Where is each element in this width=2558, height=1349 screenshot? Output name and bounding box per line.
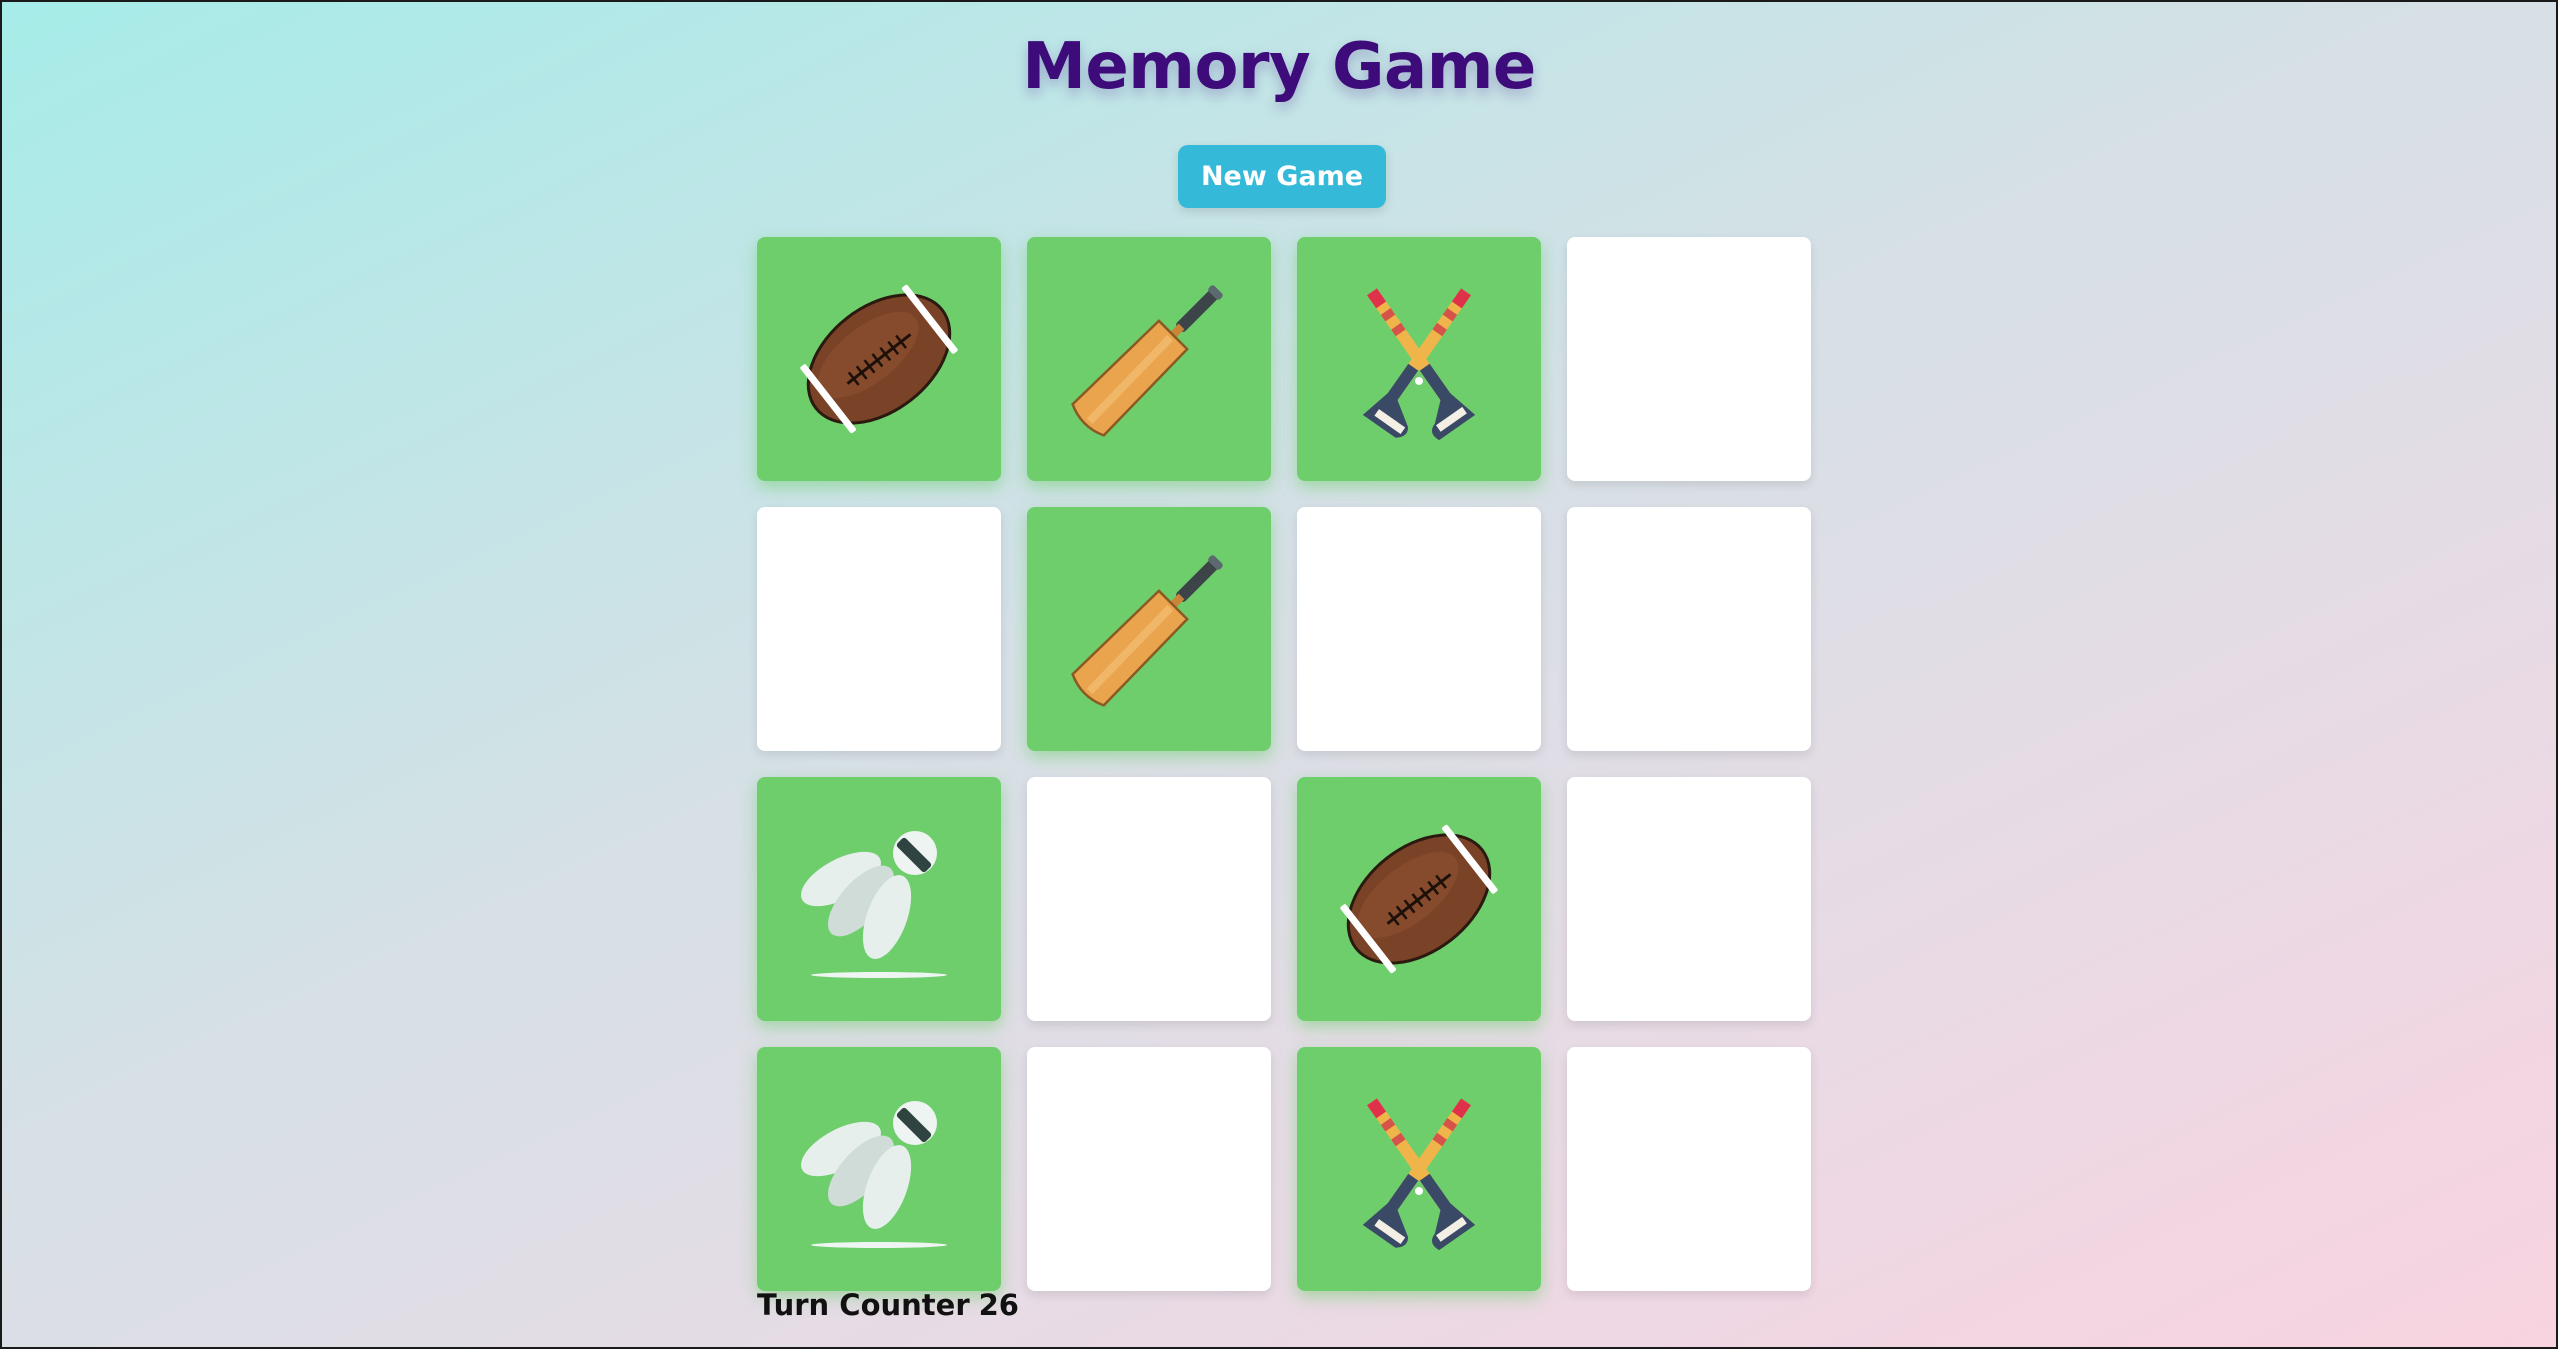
new-game-button[interactable]: New Game [1178, 145, 1386, 208]
page-title: Memory Game [1022, 30, 1536, 104]
card-hidden[interactable] [1567, 777, 1811, 1021]
cricket-bat-icon [1059, 269, 1239, 449]
hockey-sticks-icon [1329, 269, 1509, 449]
football-icon [789, 269, 969, 449]
turn-counter: Turn Counter 26 [757, 1288, 1028, 1322]
shuttlecock-icon [789, 1079, 969, 1259]
shuttlecock-icon [789, 809, 969, 989]
hockey-sticks-icon [1329, 1079, 1509, 1259]
card-grid [757, 237, 1811, 1291]
card-hidden[interactable] [1567, 237, 1811, 481]
card-hidden[interactable] [1567, 507, 1811, 751]
card-revealed[interactable] [1027, 507, 1271, 751]
turn-counter-value: 26 [978, 1288, 1019, 1322]
card-revealed[interactable] [757, 1047, 1001, 1291]
card-revealed[interactable] [1297, 777, 1541, 1021]
card-hidden[interactable] [1297, 507, 1541, 751]
card-revealed[interactable] [1297, 1047, 1541, 1291]
turn-counter-label: Turn Counter [757, 1288, 970, 1322]
card-hidden[interactable] [757, 507, 1001, 751]
card-hidden[interactable] [1027, 777, 1271, 1021]
card-revealed[interactable] [757, 777, 1001, 1021]
card-hidden[interactable] [1567, 1047, 1811, 1291]
cricket-bat-icon [1059, 539, 1239, 719]
football-icon [1329, 809, 1509, 989]
card-hidden[interactable] [1027, 1047, 1271, 1291]
card-revealed[interactable] [1027, 237, 1271, 481]
card-revealed[interactable] [1297, 237, 1541, 481]
card-revealed[interactable] [757, 237, 1001, 481]
